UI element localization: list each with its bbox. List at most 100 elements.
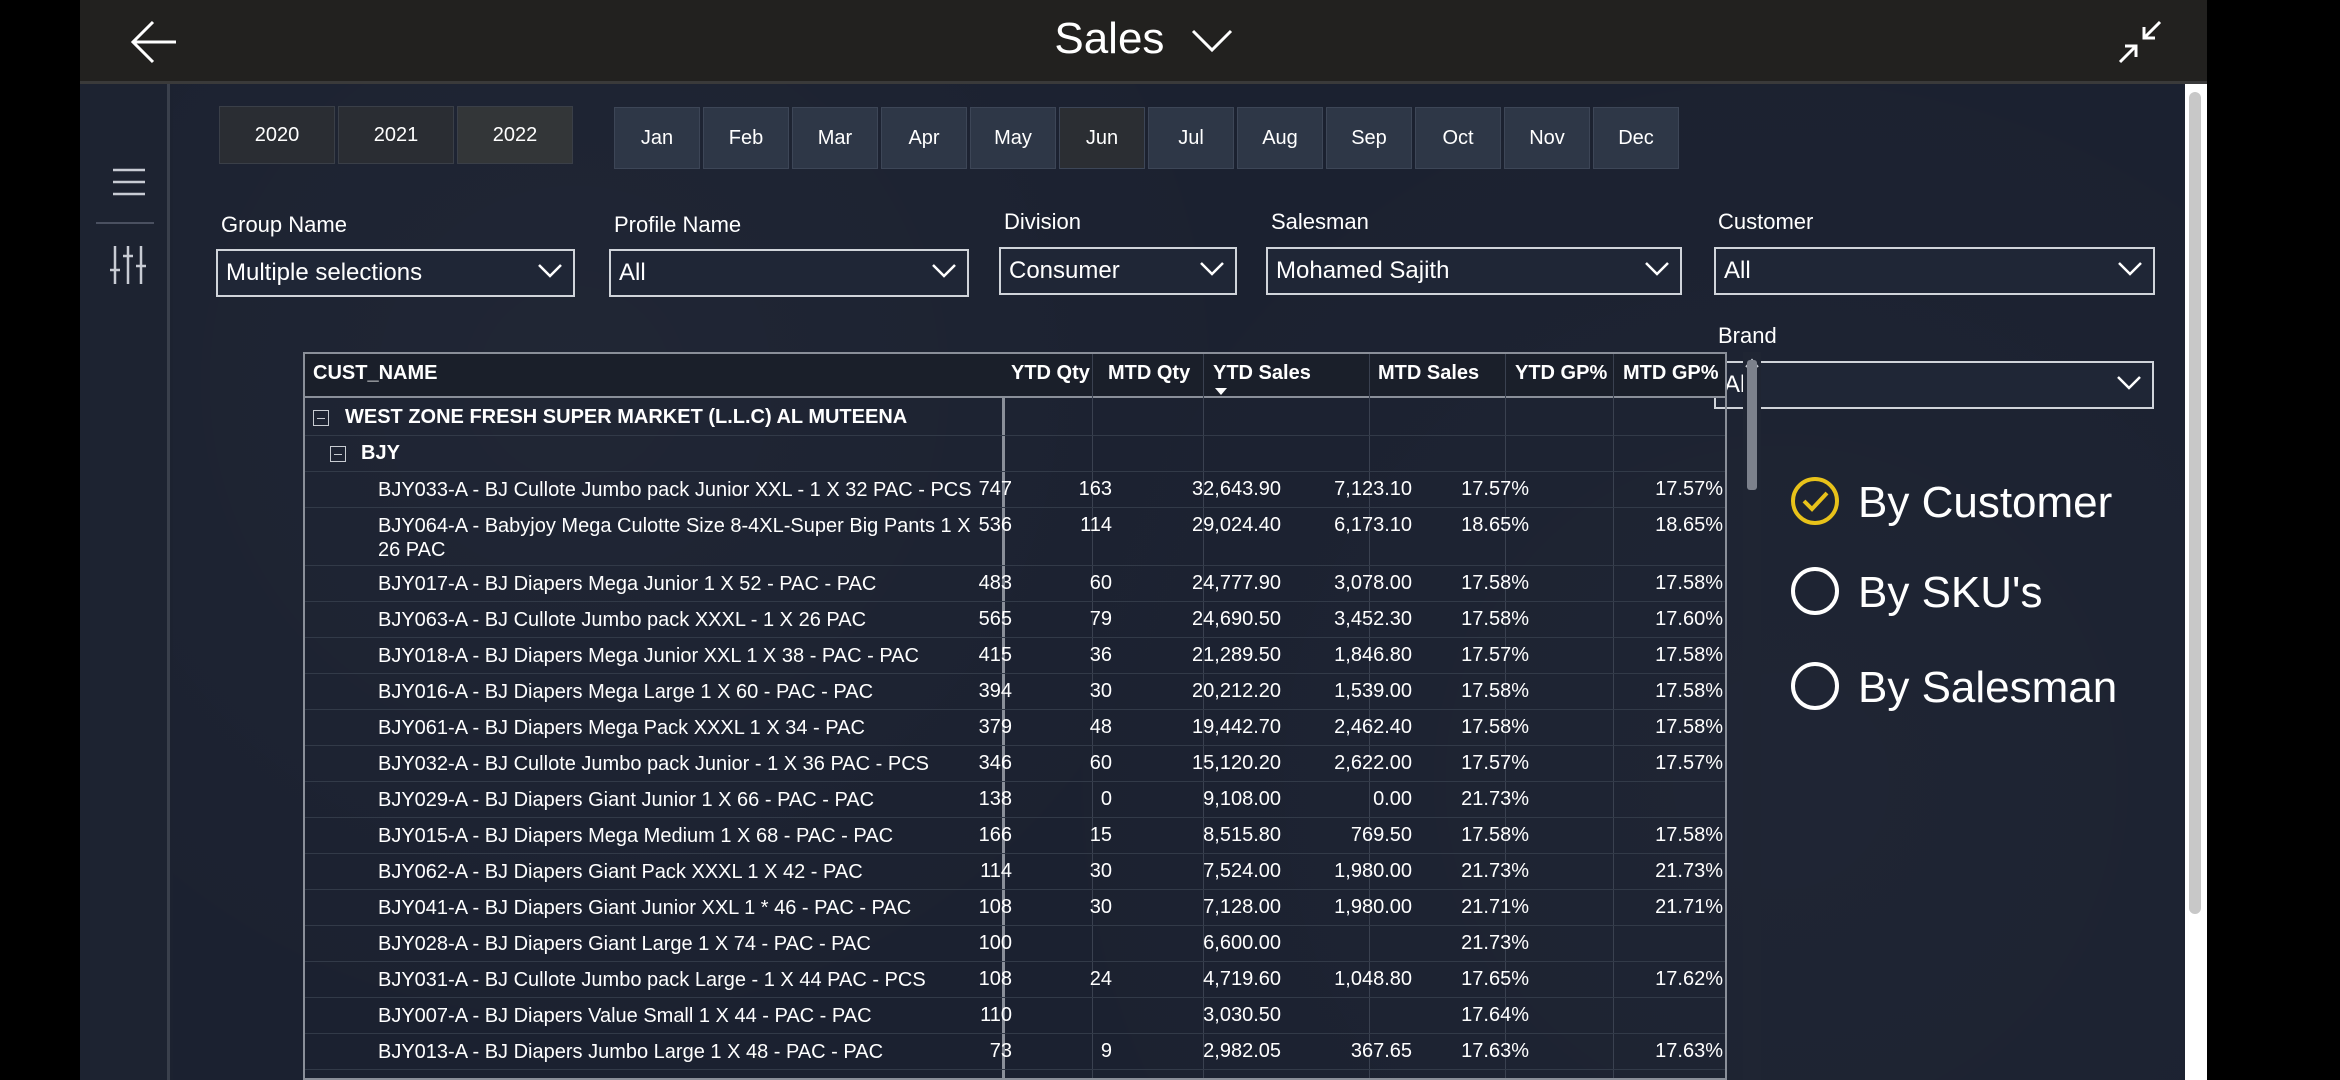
ytd-sales-cell: 3,030.50 (1203, 1004, 1281, 1026)
table-row[interactable]: BJY063-A - BJ Cullote Jumbo pack XXXL - … (305, 602, 1725, 638)
mtd-qty-cell: 79 (1089, 608, 1112, 630)
header-ytd-gp[interactable]: YTD GP% (1515, 362, 1607, 385)
table-row[interactable]: BJY016-A - BJ Diapers Mega Large 1 X 60 … (305, 674, 1725, 710)
month-button-sep[interactable]: Sep (1326, 107, 1412, 169)
month-button-aug[interactable]: Aug (1237, 107, 1323, 169)
mtd-qty-cell: 163 (1078, 478, 1112, 500)
ytd-gp-cell: 18.65% (1461, 514, 1529, 536)
sku-name-cell: BJY016-A - BJ Diapers Mega Large 1 X 60 … (378, 681, 874, 703)
report-title-dropdown[interactable]: Sales (80, 14, 2207, 64)
mtd-sales-cell: 3,452.30 (1334, 608, 1412, 630)
mtd-gp-cell: 17.58% (1655, 716, 1723, 738)
collapse-group-icon[interactable] (313, 410, 329, 426)
profile-name-value: All (619, 259, 646, 286)
page-scrollbar-thumb[interactable] (2189, 92, 2201, 914)
salesman-value: Mohamed Sajith (1276, 257, 1450, 284)
table-row[interactable]: BJY013-A - BJ Diapers Jumbo Large 1 X 48… (305, 1034, 1725, 1070)
table-row[interactable]: BJY029-A - BJ Diapers Giant Junior 1 X 6… (305, 782, 1725, 818)
radio-by-salesman[interactable]: By Salesman (1790, 651, 2190, 719)
mtd-gp-cell: 21.71% (1655, 896, 1723, 918)
sku-name-cell: BJY062-A - BJ Diapers Giant Pack XXXL 1 … (378, 861, 863, 883)
table-row[interactable]: BJY007-A - BJ Diapers Value Small 1 X 44… (305, 998, 1725, 1034)
ytd-gp-cell: 21.73% (1461, 788, 1529, 810)
salesman-dropdown[interactable]: Mohamed Sajith (1266, 247, 1682, 295)
subgroup-name: BJY (361, 442, 400, 464)
chevron-down-icon (2118, 262, 2142, 276)
month-button-feb[interactable]: Feb (703, 107, 789, 169)
ytd-qty-cell: 394 (978, 680, 1012, 702)
profile-name-dropdown[interactable]: All (609, 249, 969, 297)
table-row[interactable]: BJY032-A - BJ Cullote Jumbo pack Junior … (305, 746, 1725, 782)
year-button-2022[interactable]: 2022 (457, 106, 573, 164)
month-button-oct[interactable]: Oct (1415, 107, 1501, 169)
table-row[interactable]: BJY061-A - BJ Diapers Mega Pack XXXL 1 X… (305, 710, 1725, 746)
ytd-sales-cell: 20,212.20 (1192, 680, 1281, 702)
table-row[interactable]: BJY033-A - BJ Cullote Jumbo pack Junior … (305, 472, 1725, 508)
mtd-qty-cell: 0 (1100, 788, 1112, 810)
top-bar: Sales (80, 0, 2207, 84)
group-name-dropdown[interactable]: Multiple selections (216, 249, 575, 297)
mtd-gp-cell: 17.58% (1655, 824, 1723, 846)
hamburger-menu-icon[interactable] (109, 162, 149, 202)
mtd-qty-cell: 15 (1089, 824, 1112, 846)
month-button-nov[interactable]: Nov (1504, 107, 1590, 169)
header-mtd-sales[interactable]: MTD Sales (1378, 362, 1479, 385)
month-button-mar[interactable]: Mar (792, 107, 878, 169)
mtd-qty-cell: 114 (1080, 514, 1112, 536)
mtd-gp-cell: 17.62% (1655, 968, 1723, 990)
ytd-sales-cell: 8,515.80 (1203, 824, 1281, 846)
year-button-2020[interactable]: 2020 (219, 106, 335, 164)
table-row[interactable]: BJY017-A - BJ Diapers Mega Junior 1 X 52… (305, 566, 1725, 602)
mtd-gp-cell: 17.63% (1655, 1040, 1723, 1062)
month-button-jul[interactable]: Jul (1148, 107, 1234, 169)
mtd-gp-cell: 17.58% (1655, 572, 1723, 594)
header-mtd-gp[interactable]: MTD GP% (1623, 362, 1719, 385)
year-button-2021[interactable]: 2021 (338, 106, 454, 164)
filters-icon[interactable] (108, 244, 148, 286)
header-cust-name[interactable]: CUST_NAME (313, 362, 437, 385)
header-ytd-qty[interactable]: YTD Qty (1011, 362, 1090, 385)
month-button-apr[interactable]: Apr (881, 107, 967, 169)
month-button-jan[interactable]: Jan (614, 107, 700, 169)
table-row[interactable]: BJY062-A - BJ Diapers Giant Pack XXXL 1 … (305, 854, 1725, 890)
month-button-jun[interactable]: Jun (1059, 107, 1145, 169)
subgroup-row[interactable]: BJY (305, 436, 1725, 472)
radio-by-sku[interactable]: By SKU's (1790, 556, 2190, 624)
unchecked-circle-icon (1791, 662, 1839, 710)
ytd-sales-cell: 6,600.00 (1203, 932, 1281, 954)
table-scrollbar-thumb[interactable] (1747, 360, 1757, 490)
ytd-gp-cell: 17.58% (1461, 680, 1529, 702)
brand-label: Brand (1718, 323, 1777, 348)
division-dropdown[interactable]: Consumer (999, 247, 1237, 295)
month-button-may[interactable]: May (970, 107, 1056, 169)
mtd-gp-cell: 18.65% (1655, 514, 1723, 536)
group-row[interactable]: WEST ZONE FRESH SUPER MARKET (L.L.C) AL … (305, 400, 1725, 436)
month-button-dec[interactable]: Dec (1593, 107, 1679, 169)
mtd-gp-cell: 17.58% (1655, 680, 1723, 702)
collapse-icon (2118, 20, 2162, 64)
brand-dropdown[interactable]: All (1714, 361, 2154, 409)
mtd-qty-cell: 48 (1089, 716, 1112, 738)
table-row[interactable]: BJY041-A - BJ Diapers Giant Junior XXL 1… (305, 890, 1725, 926)
mtd-sales-cell: 2,462.40 (1334, 716, 1412, 738)
exit-fullscreen-button[interactable] (2110, 14, 2170, 70)
header-mtd-qty[interactable]: MTD Qty (1108, 362, 1190, 385)
collapse-subgroup-icon[interactable] (330, 446, 346, 462)
table-row[interactable]: BJY015-A - BJ Diapers Mega Medium 1 X 68… (305, 818, 1725, 854)
customer-dropdown[interactable]: All (1714, 247, 2155, 295)
sku-name-cell: BJY018-A - BJ Diapers Mega Junior XXL 1 … (378, 645, 919, 667)
mtd-qty-cell: 60 (1089, 752, 1112, 774)
table-row[interactable]: BJY018-A - BJ Diapers Mega Junior XXL 1 … (305, 638, 1725, 674)
sku-name-cell: BJY031-A - BJ Cullote Jumbo pack Large -… (378, 969, 926, 991)
table-row[interactable]: BJY064-A - Babyjoy Mega Culotte Size 8-4… (305, 508, 1725, 566)
radio-label: By SKU's (1858, 568, 2043, 617)
mtd-gp-cell: 17.58% (1655, 644, 1723, 666)
ytd-qty-cell: 379 (978, 716, 1012, 738)
header-ytd-sales[interactable]: YTD Sales (1213, 362, 1311, 385)
ytd-sales-cell: 15,120.20 (1192, 752, 1281, 774)
table-row[interactable]: BJY031-A - BJ Cullote Jumbo pack Large -… (305, 962, 1725, 998)
table-row[interactable]: BJY028-A - BJ Diapers Giant Large 1 X 74… (305, 926, 1725, 962)
mtd-sales-cell: 2,622.00 (1334, 752, 1412, 774)
division-label: Division (1004, 209, 1082, 234)
radio-by-customer[interactable]: By Customer (1790, 466, 2190, 534)
